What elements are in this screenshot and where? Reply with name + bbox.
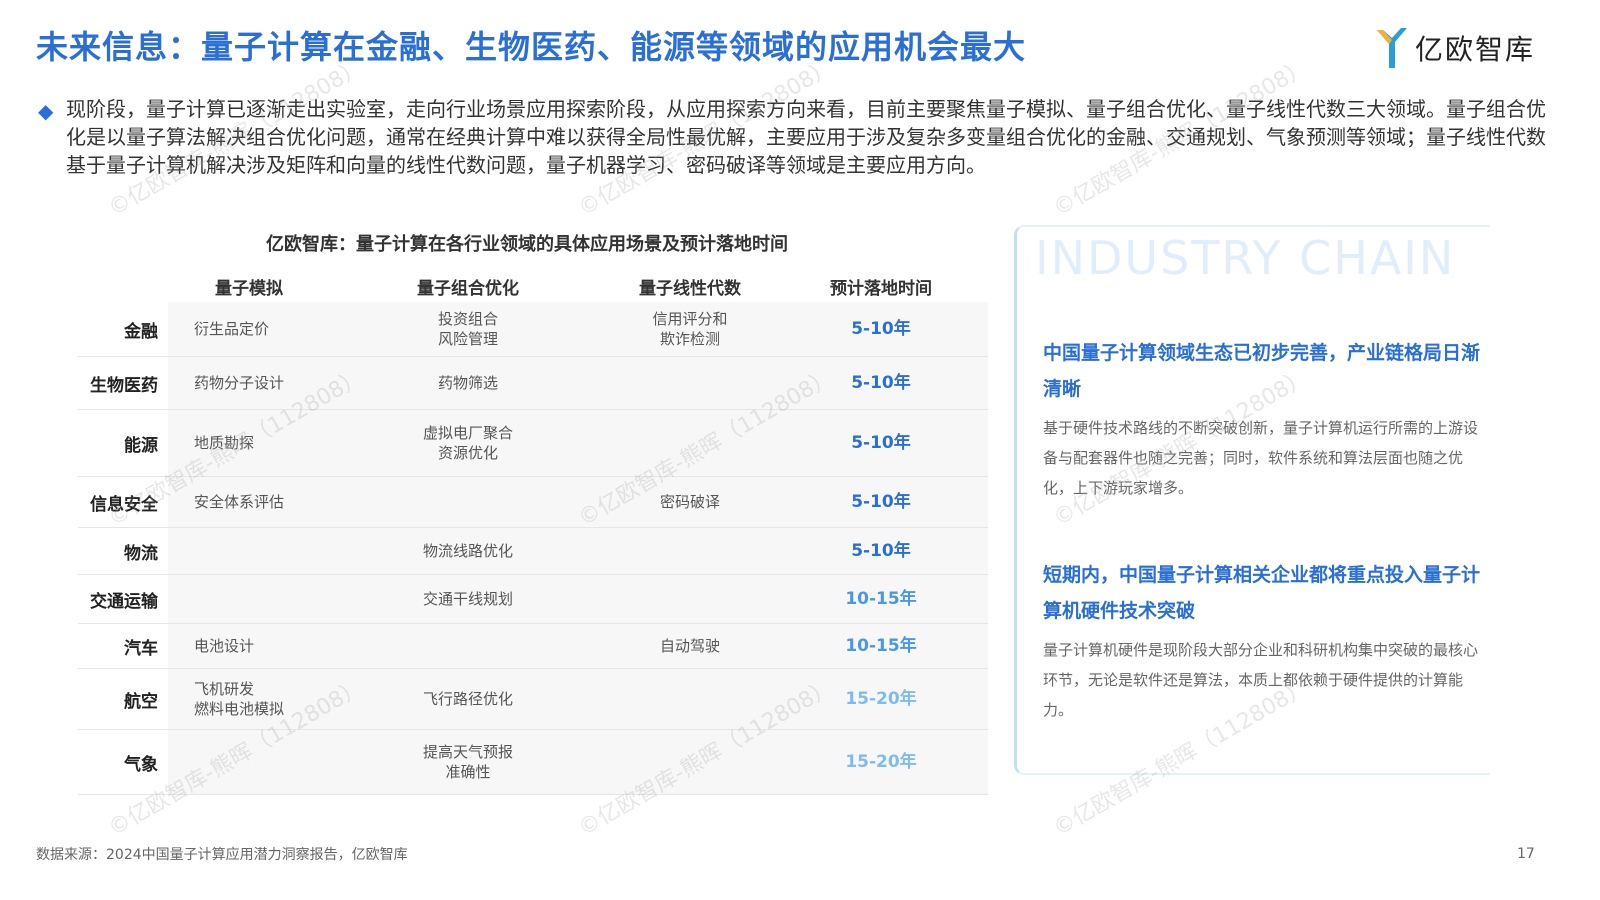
panel-heading-2: 短期内，中国量子计算相关企业都将重点投入量子计算机硬件技术突破	[1043, 564, 1481, 622]
data-source: 数据来源：2024中国量子计算应用潜力洞察报告，亿欧智库	[36, 847, 408, 863]
cell-text: 交通干线规划	[422, 590, 513, 608]
landing-time: 5-10年	[774, 357, 988, 409]
cell-simulation: 电池设计	[168, 624, 330, 668]
table-row: 生物医药 药物分子设计 药物筛选 5-10年	[78, 357, 988, 410]
cell-simulation: 地质勘探	[168, 410, 330, 476]
landing-time: 15-20年	[774, 730, 988, 794]
table-title: 亿欧智库：量子计算在各行业领域的具体应用场景及预计落地时间	[266, 234, 788, 255]
cell-text: 衍生品定价	[194, 320, 270, 338]
header-landing-time: 预计落地时间	[830, 278, 932, 299]
cell-text: 提高天气预报	[422, 743, 513, 761]
cell-optimization	[330, 477, 606, 527]
table-row: 物流 物流线路优化 5-10年	[78, 528, 988, 575]
cell-text: 电池设计	[194, 637, 255, 655]
cell-optimization: 虚拟电厂聚合 资源优化	[330, 410, 606, 476]
cell-text: 自动驾驶	[659, 637, 720, 655]
page-number: 17	[1517, 846, 1535, 862]
page-title: 未来信息：量子计算在金融、生物医药、能源等领域的应用机会最大	[36, 28, 1027, 66]
cell-optimization	[330, 624, 606, 668]
industry-label: 气象	[124, 754, 158, 775]
cell-text: 安全体系评估	[194, 493, 285, 511]
cell-text: 飞机研发	[194, 680, 255, 698]
logo-text: 亿欧智库	[1415, 33, 1536, 66]
cell-text: 燃料电池模拟	[194, 700, 285, 718]
cell-optimization: 交通干线规划	[330, 575, 606, 623]
cell-text: 药物分子设计	[194, 374, 285, 392]
header-simulation: 量子模拟	[215, 278, 283, 299]
cell-simulation: 衍生品定价	[168, 302, 330, 356]
cell-text: 飞行路径优化	[422, 690, 513, 708]
panel-body-2: 量子计算机硬件是现阶段大部分企业和科研机构集中突破的最核心环节，无论是软件还是算…	[1043, 641, 1479, 719]
cell-simulation	[168, 575, 330, 623]
cell-text: 地质勘探	[194, 434, 255, 452]
industry-label: 汽车	[124, 638, 158, 659]
landing-time: 5-10年	[774, 528, 988, 574]
panel-heading-1: 中国量子计算领域生态已初步完善，产业链格局日渐清晰	[1043, 342, 1481, 400]
table-row: 汽车 电池设计 自动驾驶 10-15年	[78, 624, 988, 669]
landing-time: 5-10年	[774, 302, 988, 356]
table-row: 航空 飞机研发 燃料电池模拟 飞行路径优化 15-20年	[78, 669, 988, 730]
landing-time: 10-15年	[774, 575, 988, 623]
cell-text: 资源优化	[437, 444, 498, 462]
diamond-bullet-icon: ◆	[38, 99, 54, 123]
panel-background-text: INDUSTRY CHAIN	[1035, 231, 1456, 285]
industry-label: 金融	[124, 321, 158, 342]
industry-label: 生物医药	[90, 375, 158, 396]
panel-body-1: 基于硬件技术路线的不断突破创新，量子计算机运行所需的上游设备与配套器件也随之完善…	[1043, 419, 1479, 497]
cell-optimization: 投资组合 风险管理	[330, 302, 606, 356]
cell-linear-algebra	[606, 528, 774, 574]
cell-linear-algebra	[606, 575, 774, 623]
cell-text: 投资组合	[437, 310, 498, 328]
cell-text: 密码破译	[659, 493, 720, 511]
industry-label: 能源	[124, 435, 158, 456]
industry-label: 信息安全	[90, 494, 158, 515]
cell-simulation: 安全体系评估	[168, 477, 330, 527]
cell-text: 物流线路优化	[422, 542, 513, 560]
application-table: 量子模拟 量子组合优化 量子线性代数 预计落地时间 金融 衍生品定价 投资组合风险管…	[78, 270, 988, 795]
cell-linear-algebra	[606, 410, 774, 476]
landing-time: 5-10年	[774, 477, 988, 527]
cell-optimization: 飞行路径优化	[330, 669, 606, 729]
cell-text: 药物筛选	[437, 374, 498, 392]
table-row: 信息安全 安全体系评估 密码破译 5-10年	[78, 477, 988, 528]
cell-linear-algebra	[606, 730, 774, 794]
cell-simulation: 药物分子设计	[168, 357, 330, 409]
table-body: 金融 衍生品定价 投资组合 风险管理 信用评分和 欺诈检测 5-10年 生物医药 药物分子设计药…	[78, 302, 988, 795]
cell-simulation: 飞机研发燃料电池模拟	[168, 669, 330, 729]
cell-text: 信用评分和	[652, 310, 728, 328]
landing-time: 15-20年	[774, 669, 988, 729]
header-optimization: 量子组合优化	[417, 278, 519, 299]
industry-chain-panel: INDUSTRY CHAIN 中国量子计算领域生态已初步完善，产业链格局日渐清晰…	[1014, 225, 1490, 775]
intro-text: 现阶段，量子计算已逐渐走出实验室，走向行业场景应用探索阶段，从应用探索方向来看，…	[66, 97, 1546, 177]
cell-linear-algebra: 密码破译	[606, 477, 774, 527]
cell-text: 虚拟电厂聚合	[422, 424, 513, 442]
table-header: 量子模拟 量子组合优化 量子线性代数 预计落地时间	[78, 270, 988, 302]
cell-text: 风险管理	[437, 330, 498, 348]
cell-optimization: 物流线路优化	[330, 528, 606, 574]
intro-paragraph: ◆ 现阶段，量子计算已逐渐走出实验室，走向行业场景应用探索阶段，从应用探索方向来…	[38, 95, 1558, 179]
industry-label: 航空	[124, 691, 158, 712]
cell-linear-algebra	[606, 669, 774, 729]
table-row: 交通运输 交通干线规划 10-15年	[78, 575, 988, 624]
cell-linear-algebra: 信用评分和 欺诈检测	[606, 302, 774, 356]
cell-linear-algebra	[606, 357, 774, 409]
cell-text: 欺诈检测	[659, 330, 720, 348]
industry-label: 交通运输	[90, 591, 158, 612]
cell-text: 准确性	[445, 763, 491, 781]
table-row: 金融 衍生品定价 投资组合 风险管理 信用评分和 欺诈检测 5-10年	[78, 302, 988, 357]
header-linear-algebra: 量子线性代数	[639, 278, 741, 299]
industry-label: 物流	[124, 543, 158, 564]
cell-simulation	[168, 730, 330, 794]
cell-linear-algebra: 自动驾驶	[606, 624, 774, 668]
yiou-logo-icon	[1377, 28, 1407, 68]
landing-time: 10-15年	[774, 624, 988, 668]
table-row: 能源 地质勘探 虚拟电厂聚合 资源优化 5-10年	[78, 410, 988, 477]
table-row: 气象 提高天气预报 准确性 15-20年	[78, 730, 988, 795]
cell-simulation	[168, 528, 330, 574]
cell-optimization: 药物筛选	[330, 357, 606, 409]
landing-time: 5-10年	[774, 410, 988, 476]
cell-optimization: 提高天气预报 准确性	[330, 730, 606, 794]
logo: 亿欧智库	[1375, 26, 1535, 70]
